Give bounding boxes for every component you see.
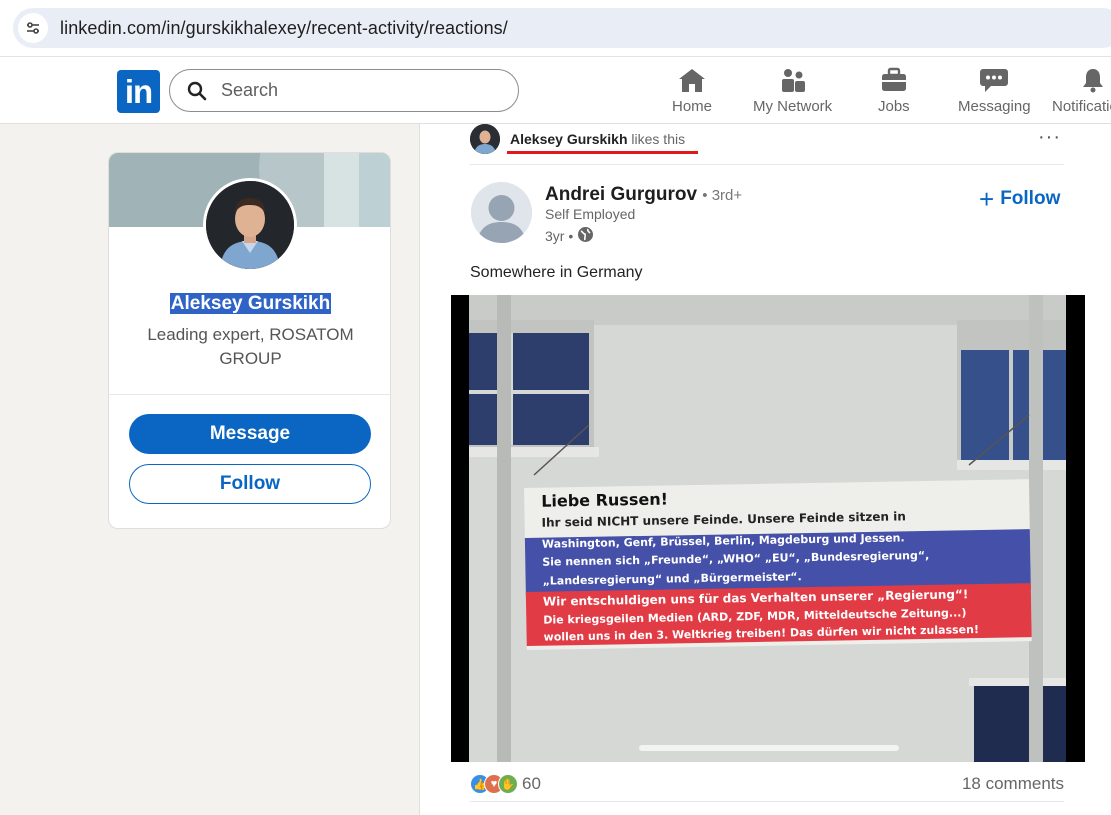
search-input[interactable] (221, 80, 491, 101)
nav-my-network[interactable]: My Network (753, 66, 832, 120)
activity-action: likes this (631, 131, 686, 147)
follow-author-label: Follow (1000, 188, 1061, 209)
connection-degree: • 3rd+ (702, 187, 743, 204)
comments-count[interactable]: 18 comments (962, 774, 1064, 794)
profile-avatar[interactable] (203, 178, 297, 272)
banner-line-1: Ihr seid NICHT unsere Feinde. Unsere Fei… (541, 509, 906, 530)
message-button[interactable]: Message (129, 414, 371, 454)
post-photo: Liebe Russen! Ihr seid NICHT unsere Fein… (469, 295, 1066, 762)
author-name[interactable]: Andrei Gurgurov (545, 184, 697, 205)
author-headline: Self Employed (545, 206, 636, 222)
reactions-count[interactable]: 60 (522, 774, 541, 794)
post-time: 3yr • (545, 226, 594, 246)
nav-home-label: Home (672, 98, 713, 115)
author-avatar[interactable] (471, 182, 532, 243)
linkedin-navbar: in Home My Network Jobs Messaging Notif (0, 57, 1111, 124)
nav-messaging[interactable]: Messaging (958, 66, 1031, 120)
profile-card: Aleksey Gurskikh Leading expert, ROSATOM… (108, 152, 391, 529)
follow-author-button[interactable]: + Follow (979, 184, 1061, 214)
profile-name[interactable]: Aleksey Gurskikh (109, 293, 390, 315)
nav-my-network-label: My Network (753, 98, 833, 115)
linkedin-logo[interactable]: in (117, 70, 160, 113)
bell-icon (1078, 66, 1108, 94)
actor-name[interactable]: Aleksey Gurskikh (510, 131, 628, 147)
nav-home[interactable]: Home (672, 66, 712, 120)
support-reaction-icon: ✋ (498, 774, 518, 794)
activity-text: Aleksey Gurskikh likes this (510, 131, 685, 147)
nav-notifications-label: Notifications (1052, 98, 1111, 115)
home-icon (677, 66, 707, 94)
nav-notifications[interactable]: Notifications (1052, 66, 1111, 120)
post-image[interactable]: Liebe Russen! Ihr seid NICHT unsere Fein… (451, 295, 1085, 762)
chat-icon (979, 66, 1009, 94)
card-divider (109, 394, 390, 395)
people-icon (778, 66, 808, 94)
social-counts: 👍 ♥ ✋ 60 18 comments (470, 770, 1064, 802)
nav-messaging-label: Messaging (958, 98, 1031, 115)
plus-icon: + (979, 184, 995, 214)
more-options-icon[interactable]: ··· (1038, 126, 1061, 149)
profile-name-text[interactable]: Aleksey Gurskikh (169, 293, 332, 314)
site-info-icon[interactable] (18, 13, 48, 43)
actor-avatar[interactable] (470, 124, 500, 154)
post-text: Somewhere in Germany (470, 264, 643, 281)
nav-jobs-label: Jobs (878, 98, 910, 115)
follow-profile-button[interactable]: Follow (129, 464, 371, 504)
briefcase-icon (879, 66, 909, 94)
author-name-line: Andrei Gurgurov • 3rd+ (545, 184, 742, 206)
reaction-icons[interactable]: 👍 ♥ ✋ (470, 774, 518, 794)
nav-jobs[interactable]: Jobs (878, 66, 910, 120)
url-text[interactable]: linkedin.com/in/gurskikhalexey/recent-ac… (60, 18, 508, 39)
search-icon (186, 80, 208, 102)
activity-feed: Aleksey Gurskikh likes this ··· Andrei G… (419, 124, 1111, 815)
address-bar[interactable]: linkedin.com/in/gurskikhalexey/recent-ac… (13, 8, 1111, 48)
browser-toolbar: linkedin.com/in/gurskikhalexey/recent-ac… (0, 0, 1111, 57)
post-age: 3yr • (545, 228, 574, 244)
activity-header: Aleksey Gurskikh likes this ··· (470, 124, 1064, 165)
banner-heading: Liebe Russen! (541, 489, 669, 511)
annotation-underline (507, 151, 698, 154)
globe-icon (577, 226, 594, 246)
profile-headline: Leading expert, ROSATOM GROUP (147, 325, 354, 368)
search-box[interactable] (169, 69, 519, 112)
protest-banner: Liebe Russen! Ihr seid NICHT unsere Fein… (524, 479, 1032, 650)
